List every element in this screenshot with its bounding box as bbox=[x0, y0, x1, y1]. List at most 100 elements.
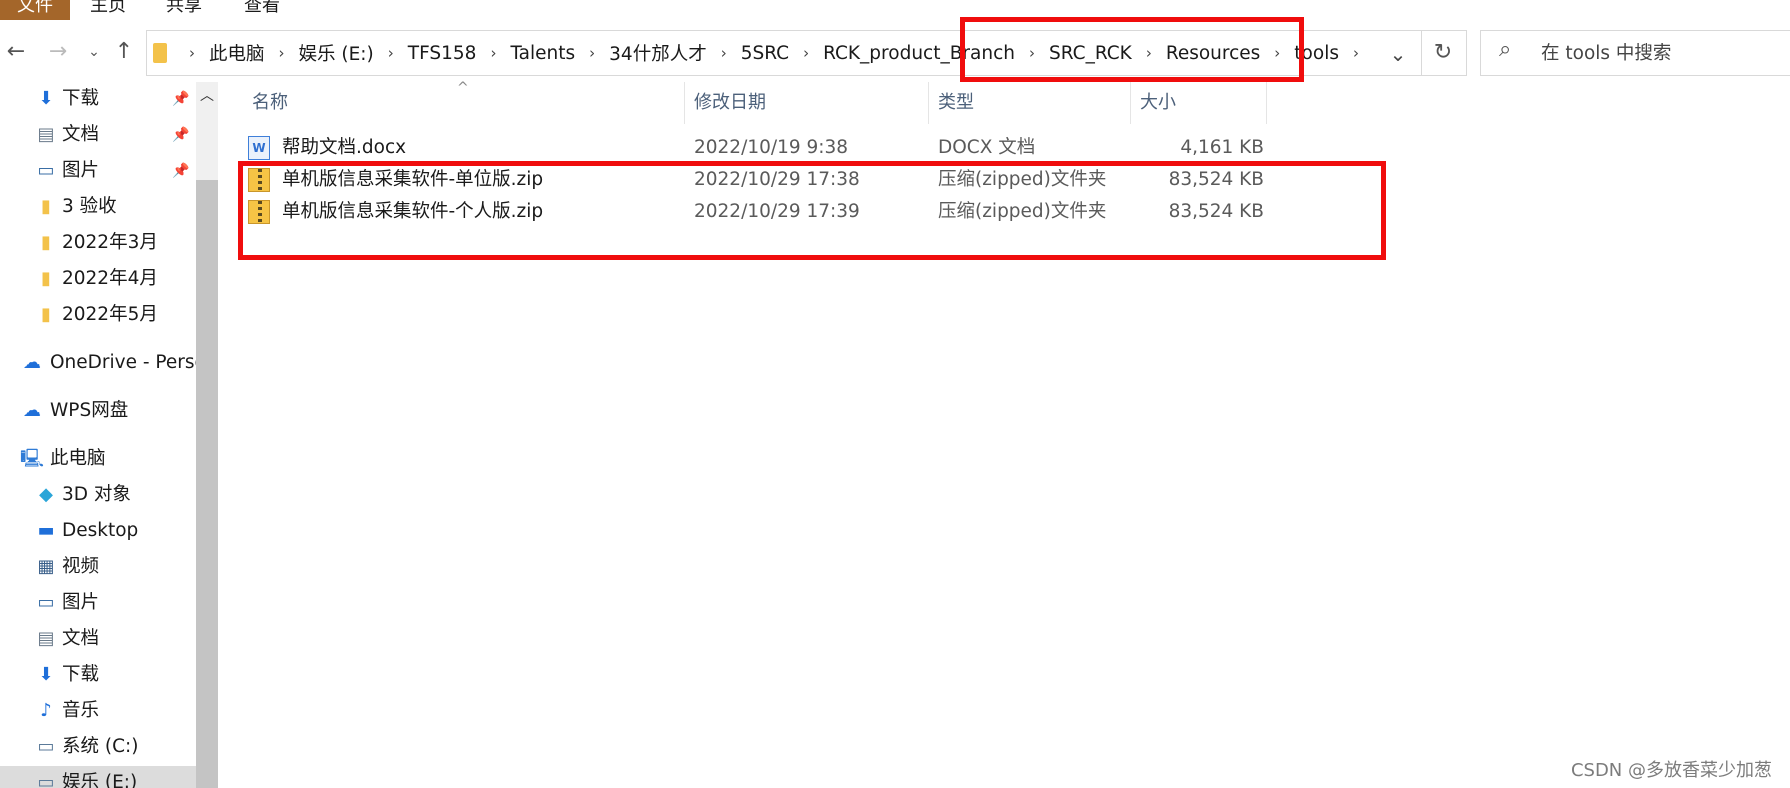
sidebar-scrollbar[interactable]: ︿ bbox=[196, 82, 218, 788]
picture-icon: ▭ bbox=[37, 592, 55, 613]
sidebar-item-wps[interactable]: ☁ WPS网盘 bbox=[0, 394, 196, 428]
column-divider[interactable] bbox=[684, 82, 685, 124]
column-divider[interactable] bbox=[1130, 82, 1131, 124]
sidebar-item-documents-pc[interactable]: ▤ 文档 bbox=[0, 622, 196, 656]
chevron-right-icon[interactable]: › bbox=[1343, 44, 1369, 62]
sidebar-item-label: 音乐 bbox=[62, 700, 100, 721]
tab-home[interactable]: 主页 bbox=[90, 0, 126, 20]
chevron-right-icon[interactable]: › bbox=[793, 44, 819, 62]
sidebar-item-3d-objects[interactable]: ◆ 3D 对象 bbox=[0, 478, 196, 512]
sidebar-item-label: 系统 (C:) bbox=[62, 736, 139, 757]
sidebar-item-documents[interactable]: ▤ 文档 📌 bbox=[0, 118, 196, 152]
search-box[interactable]: ⌕ bbox=[1480, 30, 1790, 76]
scrollbar-thumb[interactable] bbox=[196, 180, 218, 788]
sidebar-item-folder-2022-03[interactable]: ▮ 2022年3月 bbox=[0, 226, 196, 260]
sidebar-item-folder-2022-04[interactable]: ▮ 2022年4月 bbox=[0, 262, 196, 296]
sidebar-item-label: WPS网盘 bbox=[50, 400, 129, 421]
pin-icon[interactable]: 📌 bbox=[172, 118, 189, 152]
sidebar-item-downloads-pc[interactable]: ⬇ 下载 bbox=[0, 658, 196, 692]
chevron-right-icon[interactable]: › bbox=[480, 44, 506, 62]
file-date: 2022/10/19 9:38 bbox=[694, 137, 849, 158]
document-icon: ▤ bbox=[37, 628, 55, 649]
breadcrumb-this-pc[interactable]: 此电脑 bbox=[205, 40, 269, 66]
file-row[interactable]: W 帮助文档.docx 2022/10/19 9:38 DOCX 文档 4,16… bbox=[248, 132, 1488, 164]
sidebar-item-folder-2022-05[interactable]: ▮ 2022年5月 bbox=[0, 298, 196, 332]
download-arrow-icon: ⬇ bbox=[38, 88, 54, 109]
sidebar-item-this-pc[interactable]: 🖳 此电脑 bbox=[0, 442, 196, 476]
pin-icon[interactable]: 📌 bbox=[172, 82, 189, 116]
tab-view[interactable]: 查看 bbox=[244, 0, 280, 20]
file-name: 帮助文档.docx bbox=[282, 137, 407, 158]
sidebar-item-label: OneDrive - Perso bbox=[50, 352, 196, 373]
sidebar-item-pictures-pc[interactable]: ▭ 图片 bbox=[0, 586, 196, 620]
sidebar-item-label: Desktop bbox=[62, 520, 139, 541]
sort-ascending-icon: ^ bbox=[457, 80, 469, 96]
chevron-right-icon[interactable]: › bbox=[179, 44, 205, 62]
breadcrumb-5src[interactable]: 5SRC bbox=[737, 43, 793, 64]
navigation-pane: ⬇ 下载 📌 ▤ 文档 📌 ▭ 图片 📌 ▮ 3 验收 ▮ 2022年3月 ▮ … bbox=[0, 82, 196, 788]
sidebar-item-label: 2022年4月 bbox=[62, 268, 158, 289]
chevron-right-icon[interactable]: › bbox=[711, 44, 737, 62]
cloud-icon: ☁ bbox=[23, 352, 41, 373]
chevron-down-icon[interactable]: ⌄ bbox=[1383, 39, 1413, 69]
sidebar-item-drive-c[interactable]: ▭ 系统 (C:) bbox=[0, 730, 196, 764]
sidebar-item-drive-e[interactable]: ▭ 娱乐 (E:) bbox=[0, 766, 196, 788]
desktop-icon: ▬ bbox=[37, 520, 55, 541]
highlight-box-zip-files bbox=[238, 161, 1386, 260]
drive-icon: ▭ bbox=[37, 772, 55, 788]
watermark: CSDN @多放香菜少加葱 bbox=[1570, 760, 1772, 781]
sidebar-item-label: 2022年5月 bbox=[62, 304, 158, 325]
sidebar-item-label: 图片 bbox=[62, 160, 100, 181]
music-icon: ♪ bbox=[40, 700, 52, 721]
back-arrow-icon[interactable]: ← bbox=[2, 38, 30, 66]
cube-icon: ◆ bbox=[39, 484, 53, 505]
refresh-icon[interactable]: ↻ bbox=[1420, 30, 1467, 76]
tab-file[interactable]: 文件 bbox=[0, 0, 70, 20]
folder-icon: ▮ bbox=[41, 196, 51, 217]
computer-icon: 🖳 bbox=[20, 448, 45, 469]
column-header-type[interactable]: 类型 bbox=[938, 82, 974, 124]
breadcrumb-drive-e[interactable]: 娱乐 (E:) bbox=[295, 40, 378, 66]
chevron-up-icon[interactable]: ︿ bbox=[196, 84, 218, 108]
column-header-date[interactable]: 修改日期 bbox=[694, 82, 766, 124]
folder-icon bbox=[153, 43, 167, 63]
sidebar-item-onedrive[interactable]: ☁ OneDrive - Perso bbox=[0, 346, 196, 380]
video-icon: ▦ bbox=[37, 556, 55, 577]
sidebar-item-label: 2022年3月 bbox=[62, 232, 158, 253]
breadcrumb-talents[interactable]: Talents bbox=[506, 43, 579, 64]
chevron-right-icon[interactable]: › bbox=[269, 44, 295, 62]
sidebar-item-videos[interactable]: ▦ 视频 bbox=[0, 550, 196, 584]
column-divider[interactable] bbox=[928, 82, 929, 124]
column-header-name[interactable]: 名称 bbox=[252, 82, 288, 124]
ribbon-tabs: 文件 主页 共享 查看 bbox=[0, 0, 1790, 22]
forward-arrow-icon[interactable]: → bbox=[44, 38, 72, 66]
cloud-icon: ☁ bbox=[23, 400, 41, 421]
sidebar-item-desktop[interactable]: ▬ Desktop bbox=[0, 514, 196, 548]
tab-share[interactable]: 共享 bbox=[166, 0, 202, 20]
breadcrumb-shifang-talents[interactable]: 34什邡人才 bbox=[605, 40, 711, 66]
pin-icon[interactable]: 📌 bbox=[172, 154, 189, 188]
file-type: DOCX 文档 bbox=[938, 137, 1036, 158]
sidebar-item-downloads[interactable]: ⬇ 下载 📌 bbox=[0, 82, 196, 116]
column-header-size[interactable]: 大小 bbox=[1140, 82, 1176, 124]
sidebar-item-pictures[interactable]: ▭ 图片 📌 bbox=[0, 154, 196, 188]
sidebar-item-label: 文档 bbox=[62, 124, 100, 145]
sidebar-item-label: 此电脑 bbox=[50, 448, 106, 469]
chevron-right-icon[interactable]: › bbox=[579, 44, 605, 62]
word-doc-icon: W bbox=[248, 136, 270, 160]
navigation-bar: ← → ⌄ ↑ › 此电脑 › 娱乐 (E:) › TFS158 › Talen… bbox=[0, 24, 1790, 83]
sidebar-item-music[interactable]: ♪ 音乐 bbox=[0, 694, 196, 728]
up-arrow-icon[interactable]: ↑ bbox=[110, 38, 138, 66]
sidebar-item-label: 3 验收 bbox=[62, 196, 117, 217]
folder-icon: ▮ bbox=[41, 232, 51, 253]
recent-locations-chevron-icon[interactable]: ⌄ bbox=[80, 38, 108, 66]
sidebar-item-folder-acceptance[interactable]: ▮ 3 验收 bbox=[0, 190, 196, 224]
column-divider[interactable] bbox=[1266, 82, 1267, 124]
highlight-box-path bbox=[960, 17, 1304, 82]
folder-icon: ▮ bbox=[41, 268, 51, 289]
sidebar-item-label: 下载 bbox=[62, 88, 100, 109]
chevron-right-icon[interactable]: › bbox=[378, 44, 404, 62]
breadcrumb-tfs158[interactable]: TFS158 bbox=[404, 43, 481, 64]
folder-icon: ▮ bbox=[41, 304, 51, 325]
search-input[interactable] bbox=[1539, 39, 1783, 67]
